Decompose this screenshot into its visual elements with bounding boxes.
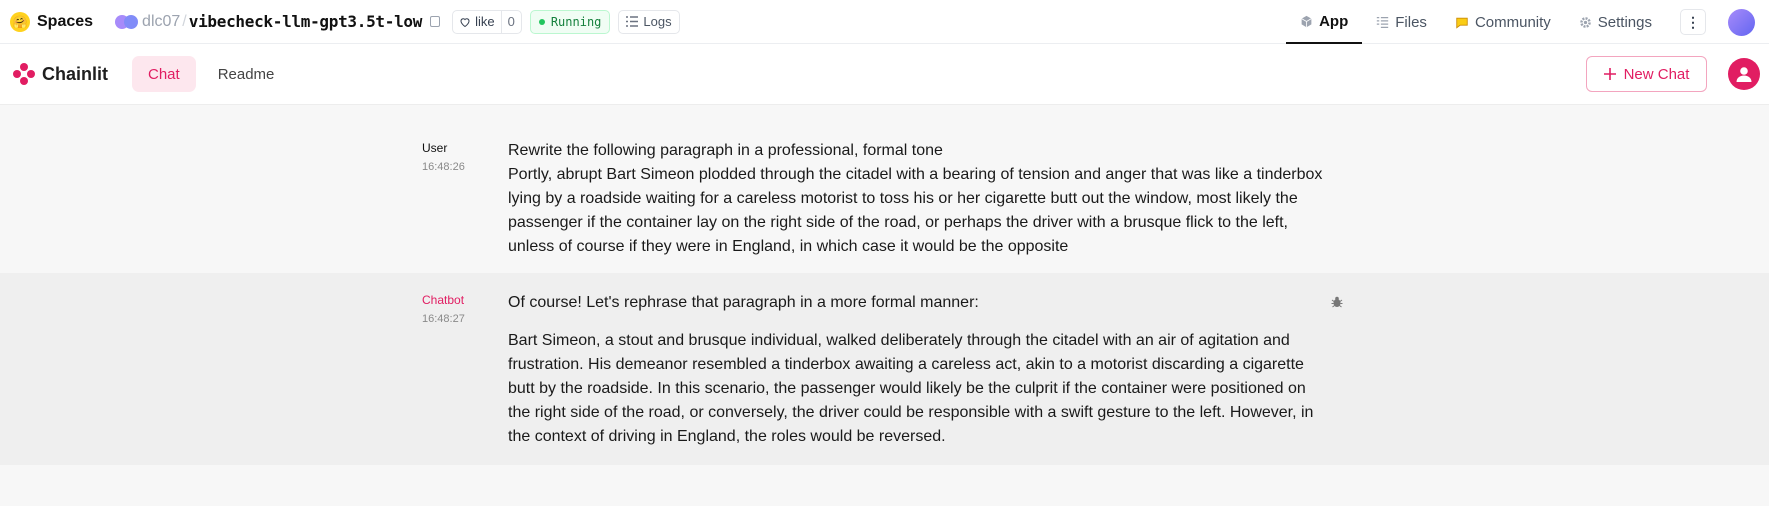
hf-top-bar: 🤗 Spaces dlc07 / vibecheck-llm-gpt3.5t-l… xyxy=(0,0,1769,44)
account-button[interactable] xyxy=(1728,58,1760,90)
like-label: like xyxy=(475,14,495,29)
message-line: Portly, abrupt Bart Simeon plodded throu… xyxy=(508,166,1323,255)
heart-icon xyxy=(460,17,470,27)
spaces-link[interactable]: Spaces xyxy=(37,13,93,31)
tab-app[interactable]: App xyxy=(1286,0,1363,44)
logs-button[interactable]: Logs xyxy=(618,9,680,34)
new-chat-label: New Chat xyxy=(1623,65,1690,83)
copy-icon[interactable] xyxy=(430,16,441,27)
message-author: User xyxy=(422,141,448,155)
tab-files[interactable]: Files xyxy=(1362,0,1441,44)
tab-community[interactable]: Community xyxy=(1441,0,1565,44)
person-icon xyxy=(1736,67,1752,82)
community-icon xyxy=(1456,17,1468,29)
status-dot-icon xyxy=(538,18,545,25)
more-options-button[interactable]: ⋮ xyxy=(1680,9,1706,35)
tab-settings[interactable]: Settings xyxy=(1565,0,1666,44)
files-icon xyxy=(1377,16,1389,28)
message-user: User 16:48:26 Rewrite the following para… xyxy=(0,105,1769,273)
status-label: Running xyxy=(550,14,602,29)
message-line: Rewrite the following paragraph in a pro… xyxy=(508,142,943,159)
path-separator: / xyxy=(182,12,187,30)
like-count: 0 xyxy=(507,14,515,29)
message-chatbot: Chatbot 16:48:27 Of course! Let's rephra… xyxy=(0,273,1769,465)
chainlit-logo: Chainlit xyxy=(12,62,108,86)
plus-icon xyxy=(1603,68,1616,80)
tab-readme[interactable]: Readme xyxy=(202,56,291,92)
message-line: Bart Simeon, a stout and brusque individ… xyxy=(508,332,1314,445)
like-button[interactable]: like 0 xyxy=(452,9,522,34)
org-avatars xyxy=(115,14,139,29)
cube-icon xyxy=(1301,15,1312,27)
message-content: Rewrite the following paragraph in a pro… xyxy=(508,139,1332,259)
bug-icon[interactable] xyxy=(1331,296,1343,308)
hugging-face-logo-icon[interactable]: 🤗 xyxy=(10,11,30,32)
logs-icon xyxy=(626,16,639,27)
gear-icon xyxy=(1580,16,1591,28)
message-line: Of course! Let's rephrase that paragraph… xyxy=(508,294,979,311)
tab-chat[interactable]: Chat xyxy=(132,56,196,92)
message-content: Of course! Let's rephrase that paragraph… xyxy=(508,291,1332,449)
status-badge: Running xyxy=(529,9,611,34)
logs-label: Logs xyxy=(643,14,672,29)
message-timestamp: 16:48:27 xyxy=(422,313,465,325)
repo-owner-link[interactable]: dlc07 xyxy=(142,13,180,31)
message-timestamp: 16:48:26 xyxy=(422,161,465,173)
chainlit-logo-icon xyxy=(13,63,35,85)
chainlit-header: Chainlit Chat Readme New Chat xyxy=(0,44,1769,105)
user-avatar[interactable] xyxy=(1728,8,1755,36)
repo-name-link[interactable]: vibecheck-llm-gpt3.5t-low xyxy=(189,12,423,31)
new-chat-button[interactable]: New Chat xyxy=(1586,56,1707,92)
message-author: Chatbot xyxy=(422,293,465,307)
chainlit-logo-text: Chainlit xyxy=(42,63,108,84)
